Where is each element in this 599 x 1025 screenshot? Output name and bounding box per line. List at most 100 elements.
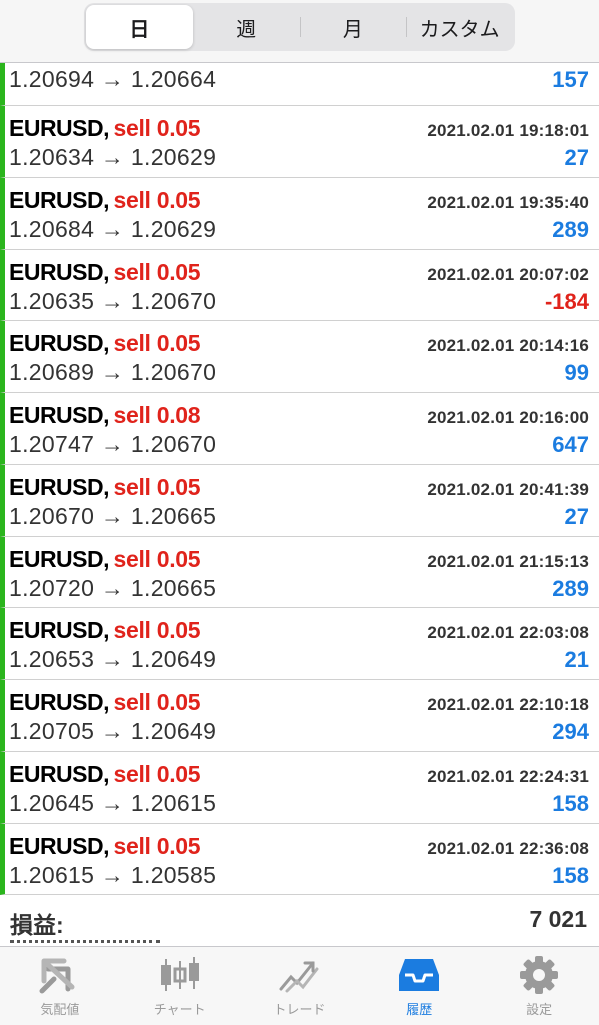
trade-profit: 294 [552, 719, 589, 744]
quotes-icon [39, 958, 75, 994]
trade-prices: 1.20670 → 1.20665 [9, 502, 217, 529]
trade-row[interactable]: EURUSD, sell 0.05 2021.02.01 21:15:13 1.20… [0, 536, 599, 609]
trade-header: EURUSD, sell 0.08 [9, 402, 201, 429]
trade-side: sell 0.05 [113, 760, 201, 787]
trade-profit: 157 [552, 67, 589, 92]
trade-header: EURUSD, sell 0.05 [9, 832, 201, 860]
trade-prices: 1.20694 → 1.20664 [9, 66, 217, 92]
trade-profit: 21 [564, 647, 589, 673]
trade-row-partial[interactable]: 1.20694 → 1.20664 157 [0, 62, 599, 106]
trade-side: sell 0.08 [113, 402, 201, 428]
trade-symbol: EURUSD, [9, 258, 110, 285]
segment-day[interactable]: 日 [86, 5, 193, 49]
period-segmented-control: 日 週 月 カスタム [84, 3, 515, 51]
trade-side: sell 0.05 [113, 689, 201, 715]
trade-symbol: EURUSD, [9, 115, 110, 141]
segment-month[interactable]: 月 [299, 5, 407, 49]
trade-side: sell 0.05 [113, 473, 201, 500]
trade-time: 2021.02.01 22:24:31 [427, 766, 589, 786]
trade-symbol: EURUSD, [9, 545, 110, 572]
trade-side: sell 0.05 [113, 186, 201, 213]
trade-prices: 1.20653 → 1.20649 [9, 646, 217, 673]
history-icon [399, 959, 440, 991]
trade-time: 2021.02.01 21:15:13 [427, 551, 589, 571]
trade-profit: 158 [552, 790, 589, 816]
trade-symbol: EURUSD, [9, 473, 110, 500]
trade-row[interactable]: EURUSD, sell 0.05 2021.02.01 22:10:18 1.20… [0, 680, 599, 752]
trade-prices: 1.20684 → 1.20629 [9, 215, 217, 242]
trade-profit: -184 [544, 288, 589, 314]
profit-label: 損益: [10, 912, 64, 938]
trade-icon [279, 961, 319, 993]
trade-header: EURUSD, sell 0.05 [9, 258, 201, 286]
trade-side: sell 0.05 [113, 115, 201, 141]
trade-row[interactable]: EURUSD, sell 0.05 2021.02.01 19:35:40 1.20… [0, 177, 599, 250]
trade-row[interactable]: EURUSD, sell 0.05 2021.02.01 20:41:39 1.20… [0, 464, 599, 537]
segment-custom[interactable]: カスタム [406, 5, 513, 49]
trade-time: 2021.02.01 22:03:08 [427, 623, 589, 643]
trade-side: sell 0.05 [113, 832, 201, 859]
profit-summary: 損益: 7 021 [0, 896, 599, 946]
tab-trade[interactable]: トレード [240, 947, 360, 1025]
period-header: 日 週 月 カスタム [0, 0, 599, 63]
trade-row[interactable]: EURUSD, sell 0.05 2021.02.01 20:07:02 1.20… [0, 249, 599, 322]
trade-symbol: EURUSD, [9, 689, 110, 715]
trade-symbol: EURUSD, [9, 402, 110, 428]
trade-header: EURUSD, sell 0.05 [9, 115, 201, 142]
trade-prices: 1.20645 → 1.20615 [9, 789, 217, 816]
tab-chart[interactable]: チャート [120, 947, 240, 1025]
trade-time: 2021.02.01 20:16:00 [427, 408, 589, 427]
trade-profit: 289 [552, 216, 589, 242]
tab-quotes[interactable]: 気配値 [0, 947, 120, 1025]
trade-side: sell 0.05 [113, 258, 201, 285]
trade-profit: 289 [552, 575, 589, 601]
trade-profit: 27 [564, 145, 589, 170]
tab-label: 気配値 [40, 1003, 80, 1018]
trade-profit: 647 [552, 432, 589, 457]
trade-time: 2021.02.01 19:35:40 [427, 192, 589, 212]
tab-bar: 気配値 チャート トレード 履歴 設定 [0, 946, 599, 1025]
trade-profit: 99 [564, 360, 589, 386]
trade-profit: 158 [552, 862, 589, 888]
trade-header: EURUSD, sell 0.05 [9, 330, 201, 357]
trade-prices: 1.20747 → 1.20670 [9, 431, 217, 457]
tab-history[interactable]: 履歴 [359, 947, 479, 1025]
chart-icon [160, 957, 199, 991]
trade-symbol: EURUSD, [9, 186, 110, 213]
trade-row[interactable]: EURUSD, sell 0.05 2021.02.01 22:24:31 1.20… [0, 751, 599, 824]
trade-prices: 1.20720 → 1.20665 [9, 574, 217, 601]
trade-row[interactable]: EURUSD, sell 0.08 2021.02.01 20:16:00 1.20… [0, 393, 599, 465]
trade-prices: 1.20705 → 1.20649 [9, 718, 217, 744]
tab-settings[interactable]: 設定 [479, 947, 599, 1025]
trade-side: sell 0.05 [113, 330, 201, 357]
trade-symbol: EURUSD, [9, 617, 110, 644]
trade-header: EURUSD, sell 0.05 [9, 186, 201, 214]
tab-label: 履歴 [406, 1003, 433, 1018]
tab-label: トレード [273, 1003, 326, 1018]
trade-time: 2021.02.01 22:10:18 [427, 695, 589, 714]
trade-prices: 1.20689 → 1.20670 [9, 359, 217, 386]
trade-history-list[interactable]: 1.20694 → 1.20664 157 EURUSD, sell 0.05 2… [0, 62, 599, 896]
trade-prices: 1.20634 → 1.20629 [9, 144, 217, 170]
trade-prices: 1.20635 → 1.20670 [9, 287, 217, 314]
trade-rows: EURUSD, sell 0.05 2021.02.01 19:18:01 1.20… [0, 106, 599, 896]
trade-row[interactable]: EURUSD, sell 0.05 2021.02.01 22:36:08 1.20… [0, 823, 599, 896]
segment-week[interactable]: 週 [193, 5, 300, 49]
profit-value: 7 021 [529, 906, 587, 932]
trade-symbol: EURUSD, [9, 330, 110, 357]
trade-header: EURUSD, sell 0.05 [9, 760, 201, 788]
trade-prices: 1.20615 → 1.20585 [9, 861, 217, 888]
trade-time: 2021.02.01 20:14:16 [427, 336, 589, 356]
trade-header: EURUSD, sell 0.05 [9, 545, 201, 573]
trade-time: 2021.02.01 19:18:01 [427, 121, 589, 140]
trade-symbol: EURUSD, [9, 832, 110, 859]
trade-row[interactable]: EURUSD, sell 0.05 2021.02.01 19:18:01 1.20… [0, 106, 599, 178]
trade-header: EURUSD, sell 0.05 [9, 473, 201, 501]
trade-symbol: EURUSD, [9, 760, 110, 787]
trade-row[interactable]: EURUSD, sell 0.05 2021.02.01 22:03:08 1.20… [0, 608, 599, 680]
settings-icon [520, 956, 559, 994]
tab-label: チャート [153, 1003, 206, 1018]
trade-side: sell 0.05 [113, 617, 201, 644]
trade-row[interactable]: EURUSD, sell 0.05 2021.02.01 20:14:16 1.20… [0, 321, 599, 393]
tab-label: 設定 [526, 1003, 553, 1018]
